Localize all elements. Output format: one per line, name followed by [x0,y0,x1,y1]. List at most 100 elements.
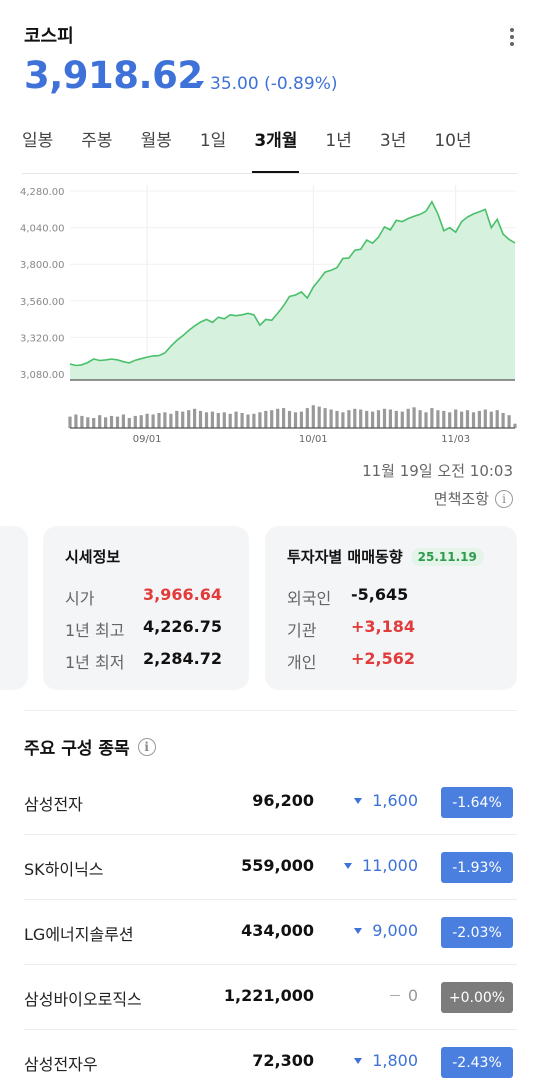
volume-bar [258,412,262,428]
volume-bar [436,410,440,428]
x-tick-label: 10/01 [299,434,328,445]
tab-6[interactable]: 3년 [380,118,406,172]
stock-row[interactable]: 삼성전자 96,200 1,600 -1.64% [24,770,517,835]
volume-bar [489,411,493,428]
volume-bar [424,412,428,428]
stock-change: 11,000 [344,856,418,875]
volume-bar [222,412,226,428]
tab-7[interactable]: 10년 [434,118,471,172]
volume-bar [347,410,351,428]
investor-card[interactable]: 투자자별 매매동향 25.11.19 외국인 -5,645 기관 +3,184 개인 +2… [265,526,517,690]
volume-bar [169,413,173,429]
price-chart[interactable]: 4,280.00 4,040.00 3,800.00 3,560.00 3,320.00… [18,180,518,450]
info-icon[interactable]: i [137,737,156,756]
volume-bar [240,413,244,428]
stock-change-pct-badge: -1.93% [441,852,513,883]
disclaimer-label: 면책조항 [433,490,489,508]
down-triangle-icon [344,862,353,869]
volume-bar [353,408,357,428]
volume-bar [323,408,327,428]
price-info-card[interactable]: 시세정보 시가 3,966.64 1년 최고 4,226.75 1년 최저 2,284.7… [43,526,249,690]
down-triangle-icon [354,927,363,934]
volume-bar [448,412,452,428]
stock-name[interactable]: LG에너지솔루션 [24,921,134,945]
volume-bar [228,413,232,429]
stock-price: 559,000 [241,856,314,875]
index-header: 코스피 3,918.62 35.00 (-0.89%) [24,22,519,112]
tab-1[interactable]: 주봉 [81,118,112,172]
volume-bar [270,410,274,428]
y-tick-label: 4,280.00 [20,187,65,198]
stock-change-value: 1,800 [372,1051,418,1070]
stock-change-value: 0 [407,986,418,1005]
volume-bar [329,409,333,428]
price-info-label: 1년 최고 [65,621,125,640]
tab-0[interactable]: 일봉 [22,118,53,172]
prev-card-edge[interactable] [0,526,28,690]
volume-bar [394,410,398,428]
components-header: 주요 구성 종목 i [24,734,156,759]
volume-bar [145,413,149,429]
down-triangle-icon [354,797,363,804]
stock-price: 434,000 [241,921,314,940]
down-triangle-icon [196,81,204,87]
volume-bar [276,408,280,428]
volume-bar [454,409,458,428]
price-info-value: 4,226.75 [143,617,222,636]
tab-2[interactable]: 월봉 [141,118,172,172]
stock-row[interactable]: 삼성바이오로직스 1,221,000 0 +0.00% [24,965,517,1030]
investor-value: +3,184 [351,617,416,636]
price-info-row: 1년 최저 2,284.72 [65,649,249,672]
volume-bar [507,415,511,428]
volume-bar [460,411,464,428]
disclaimer-link[interactable]: 면책조항 i [434,488,513,509]
volume-bar [382,408,387,428]
investor-title-row: 투자자별 매매동향 25.11.19 [287,546,517,567]
stock-row[interactable]: LG에너지솔루션 434,000 9,000 -2.03% [24,900,517,965]
price-info-title: 시세정보 [65,548,121,566]
stock-name[interactable]: 삼성전자우 [24,1051,98,1075]
stock-change: 9,000 [354,921,418,940]
y-tick-label: 4,040.00 [20,224,65,235]
volume-bar [388,409,392,428]
tab-5[interactable]: 1년 [325,118,351,172]
price-info-row: 1년 최고 4,226.75 [65,617,249,640]
tab-4[interactable]: 3개월 [252,118,300,173]
volume-bar [204,412,209,428]
volume-bar [109,415,114,428]
investor-label: 외국인 [287,589,332,608]
stock-name[interactable]: 삼성바이오로직스 [24,986,142,1010]
volume-bar [483,409,487,428]
investor-row: 외국인 -5,645 [287,585,517,608]
stock-price: 72,300 [252,1051,314,1070]
volume-bar [163,412,167,428]
volume-bar [133,415,137,428]
stock-change-pct-badge: -1.64% [441,787,513,818]
dash-icon [389,994,400,997]
volume-bar [471,412,476,428]
index-name: 코스피 [24,26,74,47]
investor-label: 기관 [287,621,317,640]
tab-3[interactable]: 1일 [200,118,226,172]
stock-row[interactable]: SK하이닉스 559,000 11,000 -1.93% [24,835,517,900]
stock-change-pct-badge: -2.43% [441,1047,513,1078]
section-divider [24,710,517,711]
volume-bar [317,406,321,428]
stock-row[interactable]: 삼성전자우 72,300 1,800 -2.43% [24,1030,517,1080]
volume-bar [246,414,250,428]
price-info-row: 시가 3,966.64 [65,585,249,608]
stock-name[interactable]: SK하이닉스 [24,856,104,880]
down-triangle-icon [354,1057,363,1064]
investor-row: 개인 +2,562 [287,649,517,672]
volume-bar [127,418,131,428]
stock-name[interactable]: 삼성전자 [24,791,83,815]
investor-label: 개인 [287,653,317,672]
volume-bar [501,413,505,428]
stock-change-value: 11,000 [362,856,418,875]
more-options-icon[interactable] [505,26,519,48]
volume-bar [495,410,499,428]
investor-value: -5,645 [351,585,409,604]
index-price: 3,918.62 [24,54,203,97]
volume-bar [293,412,298,428]
index-change-value: 35.00 (-0.89%) [210,74,338,94]
